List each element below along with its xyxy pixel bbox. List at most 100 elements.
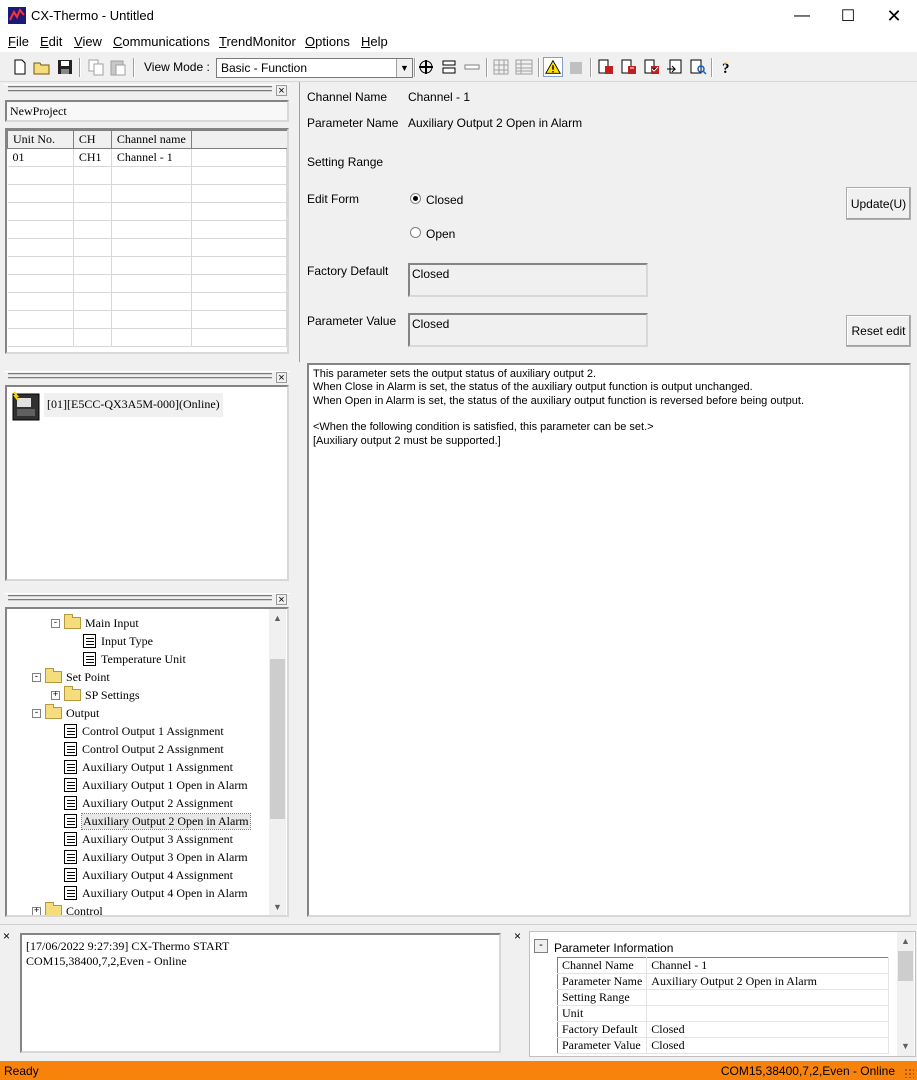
tree-item[interactable]: - Main Input (51, 614, 139, 632)
paste-icon[interactable] (108, 57, 128, 77)
close-icon[interactable]: × (3, 930, 10, 942)
cell-channel-name[interactable]: Channel - 1 (111, 148, 192, 167)
tree-item[interactable]: Control Output 1 Assignment (51, 722, 224, 740)
info-key: Unit (557, 1005, 648, 1022)
tree-item[interactable]: Control Output 2 Assignment (51, 740, 224, 758)
collapse-icon[interactable]: - (32, 708, 41, 718)
col-unit-no[interactable]: Unit No. (7, 130, 74, 149)
parameter-info-title: Parameter Information (554, 941, 674, 955)
tree-item[interactable]: Auxiliary Output 4 Assignment (51, 866, 233, 884)
tree-item[interactable]: Auxiliary Output 3 Open in Alarm (51, 848, 248, 866)
reset-edit-button[interactable]: Reset edit (846, 315, 911, 347)
grid-view-icon[interactable] (491, 57, 511, 77)
menu-communications[interactable]: Communications (113, 34, 210, 49)
scroll-up-icon[interactable]: ▲ (269, 609, 286, 626)
radio-open-label[interactable]: Open (426, 227, 455, 241)
table-view-icon[interactable] (514, 57, 534, 77)
scroll-down-icon[interactable]: ▼ (897, 1037, 914, 1054)
view-mode-value: Basic - Function (221, 61, 308, 75)
menu-file[interactable]: File (8, 34, 29, 49)
channel-name-value: Channel - 1 (408, 90, 471, 104)
maximize-button[interactable]: ☐ (825, 0, 871, 32)
view-mode-label: View Mode : (144, 60, 210, 74)
menu-edit[interactable]: Edit (40, 34, 62, 49)
collapse-icon[interactable]: - (51, 618, 60, 628)
scroll-thumb[interactable] (270, 659, 285, 819)
parameter-value-field[interactable]: Closed (408, 313, 648, 347)
close-icon[interactable]: × (276, 372, 287, 384)
save-icon[interactable] (55, 57, 75, 77)
download-device-icon[interactable] (619, 57, 639, 77)
tree-item[interactable]: Auxiliary Output 2 Assignment (51, 794, 233, 812)
document-icon (64, 850, 77, 864)
tree-item[interactable]: + Control (32, 902, 103, 915)
menu-view[interactable]: View (74, 34, 102, 49)
info-value: Auxiliary Output 2 Open in Alarm (646, 973, 889, 990)
tree-panel-header: × (4, 593, 290, 606)
chevron-down-icon[interactable]: ▼ (396, 59, 412, 77)
table-row: Setting Range (557, 989, 889, 1006)
tree-item[interactable]: Input Type (70, 632, 153, 650)
disabled-tool-icon[interactable] (566, 57, 586, 77)
radio-closed-label[interactable]: Closed (426, 193, 463, 207)
menu-options[interactable]: Options (305, 34, 350, 49)
close-window-button[interactable]: ✕ (871, 0, 917, 32)
menu-bar: File Edit View Communications TrendMonit… (0, 32, 917, 52)
document-icon (64, 742, 77, 756)
info-scrollbar[interactable]: ▲ ▼ (897, 932, 914, 1056)
compare-icon[interactable] (642, 57, 662, 77)
table-row: Parameter Name Auxiliary Output 2 Open in… (557, 973, 889, 990)
scroll-up-icon[interactable]: ▲ (897, 932, 914, 949)
project-name[interactable]: NewProject (5, 100, 289, 122)
info-value: Closed (646, 1037, 889, 1054)
close-icon[interactable]: × (276, 85, 287, 97)
collapse-button[interactable]: - (534, 939, 548, 953)
tree-item[interactable]: - Set Point (32, 668, 110, 686)
resize-grip-icon[interactable] (904, 1068, 914, 1078)
menu-help[interactable]: Help (361, 34, 388, 49)
transfer-icon[interactable] (665, 57, 685, 77)
open-folder-icon[interactable] (32, 57, 52, 77)
minimize-button[interactable]: — (779, 0, 825, 32)
remove-icon[interactable] (462, 57, 482, 77)
tree-item[interactable]: Temperature Unit (70, 650, 186, 668)
scroll-down-icon[interactable]: ▼ (269, 898, 286, 915)
device-label[interactable]: [01][E5CC-QX3A5M-000](Online) (44, 393, 223, 417)
warning-icon[interactable] (543, 57, 563, 77)
add-icon[interactable] (416, 57, 436, 77)
cell-ch[interactable]: CH1 (73, 148, 112, 167)
table-row[interactable]: 01 CH1 Channel - 1 (7, 148, 287, 167)
close-icon[interactable]: × (276, 594, 287, 606)
radio-open[interactable] (410, 227, 421, 238)
upload-device-icon[interactable] (596, 57, 616, 77)
scroll-thumb[interactable] (898, 951, 913, 981)
expand-icon[interactable]: + (32, 906, 41, 915)
insert-row-icon[interactable] (439, 57, 459, 77)
parameter-name-value: Auxiliary Output 2 Open in Alarm (408, 116, 583, 130)
tree-item[interactable]: Auxiliary Output 2 Open in Alarm (51, 812, 251, 830)
tree-item[interactable]: + SP Settings (51, 686, 140, 704)
status-connection: COM15,38400,7,2,Even - Online (720, 1064, 895, 1078)
update-button[interactable]: Update(U) (846, 187, 911, 220)
tree-scrollbar[interactable]: ▲ ▼ (269, 609, 286, 915)
tree-item[interactable]: - Output (32, 704, 99, 722)
tree-item[interactable]: Auxiliary Output 1 Open in Alarm (51, 776, 248, 794)
cell-unit-no[interactable]: 01 (7, 148, 74, 167)
help-icon[interactable]: ? (716, 57, 736, 77)
col-channel-name[interactable]: Channel name (110, 130, 192, 149)
menu-trendmonitor[interactable]: TrendMonitor (219, 34, 296, 49)
document-icon (83, 652, 96, 666)
expand-icon[interactable]: + (51, 690, 60, 700)
tree-item[interactable]: Auxiliary Output 4 Open in Alarm (51, 884, 248, 902)
tree-item[interactable]: Auxiliary Output 3 Assignment (51, 830, 233, 848)
view-mode-select[interactable]: Basic - Function ▼ (216, 58, 413, 78)
monitor-icon[interactable] (688, 57, 708, 77)
tree-item[interactable]: Auxiliary Output 1 Assignment (51, 758, 233, 776)
radio-closed[interactable] (410, 193, 421, 204)
table-row: Factory Default Closed (557, 1021, 889, 1038)
col-ch[interactable]: CH (72, 130, 112, 149)
copy-icon[interactable] (86, 57, 106, 77)
close-icon[interactable]: × (514, 930, 521, 942)
collapse-icon[interactable]: - (32, 672, 41, 682)
new-file-icon[interactable] (10, 57, 30, 77)
